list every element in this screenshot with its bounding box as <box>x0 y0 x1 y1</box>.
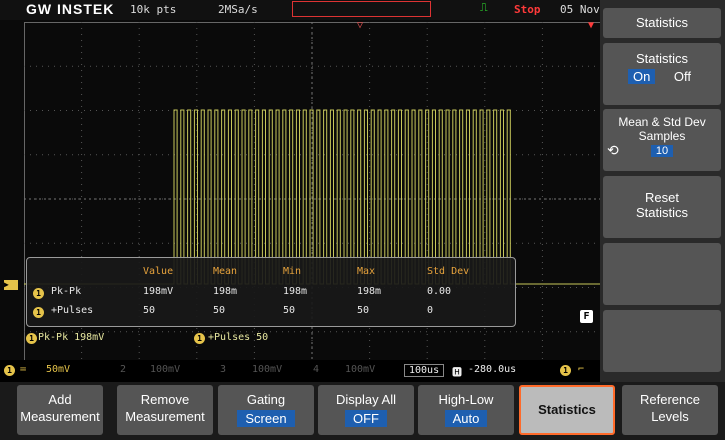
softkey-label: Remove <box>140 392 190 407</box>
softkey-bar: Add Measurement Remove Measurement Gatin… <box>0 382 725 440</box>
trigger-source-badge[interactable]: 1 <box>560 365 571 376</box>
ch1-icon: 1 <box>33 307 44 318</box>
ch1-ground-marker[interactable]: ▶ <box>4 280 18 290</box>
statistics-off-option[interactable]: Off <box>669 69 696 84</box>
softkey-label: Statistics <box>538 402 596 417</box>
col-value: Value <box>143 266 174 277</box>
add-measurement-button[interactable]: Add Measurement <box>17 385 103 435</box>
softkey-label: Reference <box>640 392 700 407</box>
row-min: 50 <box>283 305 296 316</box>
statistics-label: Statistics <box>635 51 688 66</box>
row-name: Pk-Pk <box>51 286 82 297</box>
samples-value: 10 <box>650 145 674 157</box>
softkey-label: Levels <box>651 409 689 424</box>
record-length: 10k pts <box>130 3 177 16</box>
softkey-label: Measurement <box>125 409 205 424</box>
mean-stddev-label: Mean & Std Dev <box>618 115 706 129</box>
status-bar: GW INSTEK 10k pts 2MSa/s ⎍ Stop 05 Nov <box>0 0 600 20</box>
statistics-button[interactable]: Statistics <box>519 385 615 435</box>
row-stddev: 0 <box>427 305 434 316</box>
row-max: 198m <box>357 286 382 297</box>
display-all-value: OFF <box>345 410 387 427</box>
high-low-value: Auto <box>444 410 488 427</box>
col-stddev: Std Dev <box>427 266 470 277</box>
function-badge: F <box>580 310 593 323</box>
ch4-scale: 100mV <box>345 364 376 375</box>
channel-bar: 1 ≕ 50mV 2 100mV 3 100mV 4 100mV 100us 🅷… <box>0 360 600 382</box>
row-mean: 198m <box>213 286 238 297</box>
softkey-label: Measurement <box>20 409 100 424</box>
ch2-scale: 100mV <box>150 364 181 375</box>
reference-levels-button[interactable]: Reference Levels <box>622 385 718 435</box>
statistics-toggle-button[interactable]: Statistics On Off <box>603 43 721 105</box>
ch1-icon: 1 <box>26 333 37 344</box>
ch1-badge[interactable]: 1 <box>4 365 15 376</box>
row-mean: 50 <box>213 305 226 316</box>
col-min: Min <box>283 266 302 277</box>
reset-label: Reset <box>645 190 679 205</box>
statistics-on-option[interactable]: On <box>627 69 656 84</box>
row-max: 50 <box>357 305 370 316</box>
reset-statistics-label: Statistics <box>635 205 688 220</box>
readout-pkpk: Pk-Pk 198mV <box>38 332 105 343</box>
memory-bar <box>292 1 431 17</box>
ch1-icon: 1 <box>194 333 205 344</box>
run-status: Stop <box>514 3 541 16</box>
ch3-scale: 100mV <box>252 364 283 375</box>
date-display: 05 Nov <box>560 3 600 16</box>
knob-icon: ⟲ <box>607 142 619 158</box>
samples-label: Samples <box>638 129 686 143</box>
horizontal-position-icon: 🅷 <box>452 368 462 379</box>
ch4-badge[interactable]: 4 <box>313 364 319 375</box>
side-menu: Statistics Statistics On Off Mean & Std … <box>600 0 725 382</box>
trigger-edge-icon: ⌐ <box>578 364 585 375</box>
ch1-icon: 1 <box>33 288 44 299</box>
reset-statistics-button[interactable]: Reset Statistics <box>603 176 721 238</box>
row-min: 198m <box>283 286 308 297</box>
measurement-readout: 1 Pk-Pk 198mV 1 +Pulses 50 <box>24 331 600 347</box>
softkey-label: Display All <box>336 392 396 407</box>
trigger-point-icon[interactable]: ▼ <box>588 20 594 31</box>
row-value: 198mV <box>143 286 174 297</box>
col-max: Max <box>357 266 376 277</box>
row-value: 50 <box>143 305 156 316</box>
panel-title: Statistics <box>603 8 721 38</box>
empty-panel-button[interactable] <box>603 310 721 372</box>
readout-pulses: +Pulses 50 <box>208 332 269 343</box>
gating-value: Screen <box>237 410 295 427</box>
ch3-badge[interactable]: 3 <box>220 364 226 375</box>
col-mean: Mean <box>213 266 238 277</box>
sample-rate: 2MSa/s <box>218 3 258 16</box>
statistics-table: Value Mean Min Max Std Dev 1 Pk-Pk 198mV… <box>26 257 516 327</box>
empty-panel-button[interactable] <box>603 243 721 305</box>
row-stddev: 0.00 <box>427 286 452 297</box>
brand-logo: GW INSTEK <box>26 1 115 17</box>
horizontal-offset[interactable]: -280.0us <box>468 364 516 375</box>
display-all-button[interactable]: Display All OFF <box>318 385 414 435</box>
high-low-button[interactable]: High-Low Auto <box>418 385 514 435</box>
softkey-label: Add <box>48 392 72 407</box>
softkey-label: High-Low <box>438 392 494 407</box>
ch1-scale: 50mV <box>46 364 71 375</box>
timebase[interactable]: 100us <box>404 364 445 377</box>
gating-button[interactable]: Gating Screen <box>218 385 314 435</box>
trigger-position-icon[interactable]: ▽ <box>357 20 363 31</box>
mean-stddev-samples-button[interactable]: Mean & Std Dev Samples ⟲ 10 <box>603 109 721 171</box>
softkey-label: Gating <box>246 392 286 407</box>
row-name: +Pulses <box>51 305 94 316</box>
remove-measurement-button[interactable]: Remove Measurement <box>117 385 213 435</box>
ch1-coupling-icon: ≕ <box>20 364 27 375</box>
trigger-icon: ⎍ <box>480 1 488 14</box>
ch2-badge[interactable]: 2 <box>120 364 126 375</box>
